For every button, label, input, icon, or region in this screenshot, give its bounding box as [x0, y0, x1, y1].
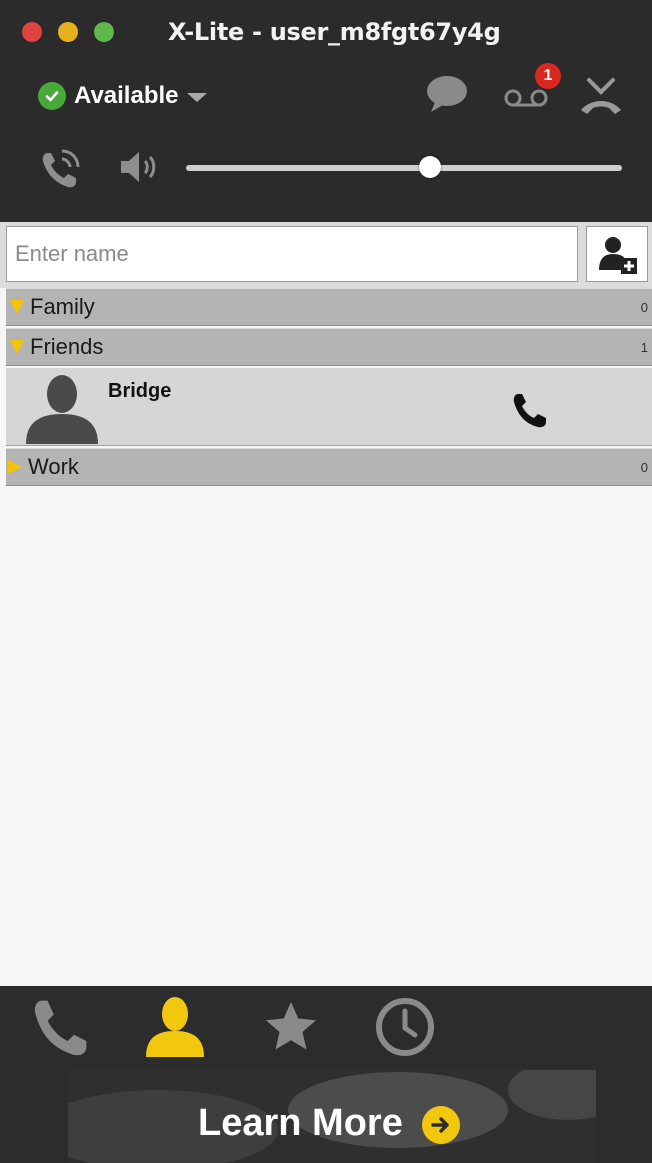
- missed-call-icon[interactable]: [576, 76, 626, 116]
- tab-favorites[interactable]: [256, 992, 326, 1062]
- arrow-right-circle-icon: [422, 1106, 460, 1144]
- chat-icon[interactable]: [424, 72, 470, 116]
- minimize-window-button[interactable]: [58, 22, 78, 42]
- group-label: Work: [28, 454, 79, 479]
- group-row-work[interactable]: Work 0: [6, 448, 652, 486]
- add-user-icon: [599, 237, 637, 274]
- volume-slider[interactable]: [186, 165, 622, 171]
- group-count: 0: [640, 459, 648, 475]
- expanded-triangle-icon: [10, 340, 24, 354]
- clock-icon: [376, 998, 434, 1056]
- window-title: X-Lite - user_m8fgt67y4g: [168, 18, 501, 46]
- avatar: [26, 375, 98, 444]
- contacts-icon: [146, 997, 204, 1057]
- group-label: Family: [30, 294, 95, 319]
- tab-contacts[interactable]: [138, 992, 212, 1062]
- add-contact-button[interactable]: [586, 226, 648, 282]
- volume-slider-handle[interactable]: [419, 156, 442, 178]
- group-row-friends[interactable]: Friends 1: [6, 328, 652, 366]
- group-count: 0: [640, 299, 648, 315]
- contact-row[interactable]: Bridge: [6, 368, 652, 446]
- learn-more-banner[interactable]: Learn More: [68, 1070, 596, 1163]
- collapsed-triangle-icon: [8, 460, 22, 474]
- expanded-triangle-icon: [10, 300, 24, 314]
- voicemail-count-badge: 1: [535, 63, 561, 89]
- contact-name: Bridge: [108, 380, 172, 402]
- status-dropdown[interactable]: Available: [38, 80, 207, 112]
- chevron-down-icon: [186, 92, 207, 102]
- group-label: Friends: [30, 334, 104, 359]
- close-window-button[interactable]: [22, 22, 42, 42]
- learn-more-label: Learn More: [198, 1102, 403, 1144]
- status-available-icon: [38, 82, 66, 110]
- star-icon: [266, 1002, 316, 1050]
- group-count: 1: [640, 339, 648, 355]
- search-input[interactable]: [6, 226, 578, 282]
- microphone-call-icon[interactable]: [36, 146, 86, 192]
- tab-phone[interactable]: [24, 992, 96, 1062]
- contact-search-bar: [0, 222, 652, 288]
- phone-icon: [34, 1000, 87, 1056]
- speaker-volume-icon[interactable]: [116, 146, 160, 188]
- header-panel: X-Lite - user_m8fgt67y4g Available 1: [0, 0, 652, 222]
- maximize-window-button[interactable]: [94, 22, 114, 42]
- phone-call-icon[interactable]: [510, 390, 550, 430]
- group-row-family[interactable]: Family 0: [6, 288, 652, 326]
- status-label: Available: [74, 82, 179, 109]
- tab-history[interactable]: [370, 992, 440, 1062]
